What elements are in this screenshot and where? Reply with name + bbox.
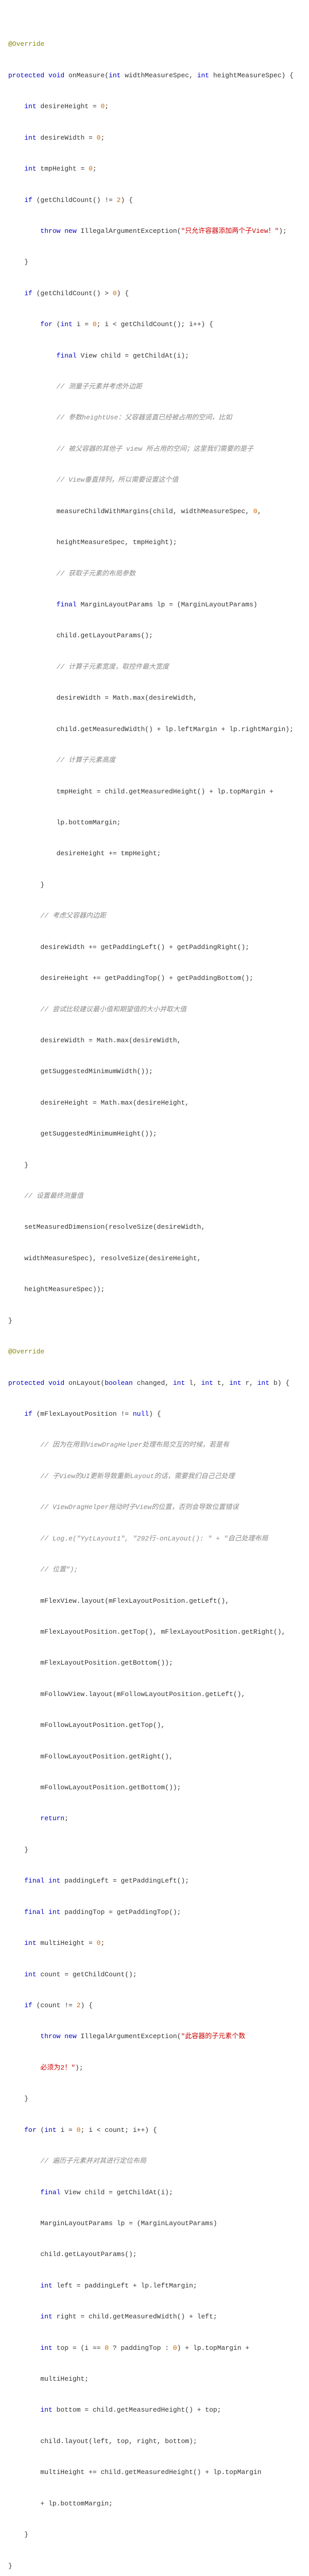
line-55b: multiHeight; — [6, 2374, 303, 2384]
line-36: // 因为在用到ViewDragHelper处理布局交互的时候，若是有 — [6, 1440, 303, 1450]
line-33: @Override — [6, 1347, 303, 1357]
line-5: int tmpHeight = 0; — [6, 164, 303, 174]
line-23: // 考虑父容器内边距 — [6, 911, 303, 921]
line-18b: child.getMeasuredWidth() + lp.leftMargin… — [6, 724, 303, 735]
line-27b: getSuggestedMinimumWidth()); — [6, 1066, 303, 1077]
line-37: // Log.e("YytLayout1", "292行-onLayout():… — [6, 1534, 303, 1544]
line-24: desireWidth += getPaddingLeft() + getPad… — [6, 942, 303, 953]
line-16: final MarginLayoutParams lp = (MarginLay… — [6, 600, 303, 610]
line-25: desireHeight += getPaddingTop() + getPad… — [6, 973, 303, 984]
line-56: int bottom = child.getMeasuredHeight() +… — [6, 2405, 303, 2415]
line-30: // 设置最终测量值 — [6, 1191, 303, 1201]
code-container: @Override protected void onMeasure(int w… — [0, 0, 309, 2576]
line-38: mFlexView.layout(mFlexLayoutPosition.get… — [6, 1596, 303, 1606]
line-40: return; — [6, 1814, 303, 1824]
line-22: } — [6, 880, 303, 890]
line-38c: mFlexLayoutPosition.getBottom()); — [6, 1658, 303, 1668]
line-45: int count = getChildCount(); — [6, 1970, 303, 1980]
line-51: final View child = getChildAt(i); — [6, 2188, 303, 2198]
line-39b: mFollowLayoutPosition.getTop(), — [6, 1720, 303, 1731]
line-46: if (count != 2) { — [6, 2001, 303, 2011]
line-28b: getSuggestedMinimumHeight()); — [6, 1129, 303, 1139]
line-52: MarginLayoutParams lp = (MarginLayoutPar… — [6, 2218, 303, 2229]
line-19: // 计算子元素高度 — [6, 755, 303, 766]
line-35: if (mFlexLayoutPosition != null) { — [6, 1409, 303, 1419]
line-44: int multiHeight = 0; — [6, 1938, 303, 1948]
line-58: multiHeight += child.getMeasuredHeight()… — [6, 2467, 303, 2478]
line-8: } — [6, 257, 303, 267]
line-36c: // ViewDragHelper拖动时子View的位置，否则会导致位置错误 — [6, 1502, 303, 1513]
line-14b: heightMeasureSpec, tmpHeight); — [6, 537, 303, 548]
line-42: final int paddingLeft = getPaddingLeft()… — [6, 1876, 303, 1886]
line-36b: // 子View的UI更新导致重新Layout的话，需要我们自己己处理 — [6, 1471, 303, 1482]
line-54: int right = child.getMeasuredWidth() + l… — [6, 2312, 303, 2322]
line-53: int left = paddingLeft + lp.leftMargin; — [6, 2281, 303, 2291]
line-13c: // View垂直排列，所以需要设置这个值 — [6, 475, 303, 485]
line-21: desireHeight += tmpHeight; — [6, 849, 303, 859]
line-31: setMeasuredDimension(resolveSize(desireW… — [6, 1222, 303, 1232]
line-1: @Override — [6, 39, 303, 49]
line-39c: mFollowLayoutPosition.getRight(), — [6, 1752, 303, 1762]
line-4: int desireWidth = 0; — [6, 133, 303, 143]
line-11: final View child = getChildAt(i); — [6, 351, 303, 361]
line-31b: widthMeasureSpec), resolveSize(desireHei… — [6, 1253, 303, 1264]
line-34: protected void onLayout(boolean changed,… — [6, 1378, 303, 1388]
line-52b: child.getLayoutParams(); — [6, 2249, 303, 2260]
line-13: // 参数heightUse：父容器竖直已经被占用的空间，比如 — [6, 413, 303, 423]
line-58b: + lp.bottomMargin; — [6, 2499, 303, 2509]
line-6: if (getChildCount() != 2) { — [6, 195, 303, 206]
line-60: } — [6, 2561, 303, 2571]
line-55: int top = (i == 0 ? paddingTop : 0) + lp… — [6, 2343, 303, 2353]
line-50: // 遍历子元素并对其进行定位布局 — [6, 2156, 303, 2166]
line-27: desireWidth = Math.max(desireWidth, — [6, 1036, 303, 1046]
line-43: final int paddingTop = getPaddingTop(); — [6, 1907, 303, 1918]
line-16b: child.getLayoutParams(); — [6, 631, 303, 641]
line-29: } — [6, 1160, 303, 1171]
line-18: desireWidth = Math.max(desireWidth, — [6, 693, 303, 703]
line-39: mFollowView.layout(mFollowLayoutPosition… — [6, 1689, 303, 1700]
line-47b: 必须为2！"); — [6, 2063, 303, 2073]
line-20: tmpHeight = child.getMeasuredHeight() + … — [6, 787, 303, 797]
line-26: // 尝试比较建议最小值和期望值的大小并取大值 — [6, 1005, 303, 1015]
line-38b: mFlexLayoutPosition.getTop(), mFlexLayou… — [6, 1627, 303, 1637]
line-32: } — [6, 1316, 303, 1326]
line-12: // 测量子元素并考虑外边距 — [6, 382, 303, 392]
line-28: desireHeight = Math.max(desireHeight, — [6, 1098, 303, 1108]
line-7: throw new IllegalArgumentException("只允许容… — [6, 226, 303, 236]
line-15: // 获取子元素的布局参数 — [6, 569, 303, 579]
code-block: @Override protected void onMeasure(int w… — [6, 8, 303, 2576]
line-31c: heightMeasureSpec)); — [6, 1284, 303, 1295]
line-13b: // 被父容器的其他子 view 所占用的空间；这里我们需要的是子 — [6, 444, 303, 454]
line-3: int desireHeight = 0; — [6, 101, 303, 112]
line-14: measureChildWithMargins(child, widthMeas… — [6, 506, 303, 517]
line-37b: // 位置"); — [6, 1565, 303, 1575]
line-48: } — [6, 2094, 303, 2104]
line-10: for (int i = 0; i < getChildCount(); i++… — [6, 319, 303, 330]
line-9: if (getChildCount() > 0) { — [6, 289, 303, 299]
line-57: child.layout(left, top, right, bottom); — [6, 2436, 303, 2447]
line-39d: mFollowLayoutPosition.getBottom()); — [6, 1783, 303, 1793]
line-20b: lp.bottomMargin; — [6, 818, 303, 828]
line-17: // 计算子元素宽度，取控件最大宽度 — [6, 662, 303, 672]
line-41: } — [6, 1845, 303, 1855]
line-2: protected void onMeasure(int widthMeasur… — [6, 71, 303, 81]
line-59: } — [6, 2530, 303, 2540]
line-47: throw new IllegalArgumentException("此容器的… — [6, 2031, 303, 2042]
line-49: for (int i = 0; i < count; i++) { — [6, 2125, 303, 2136]
